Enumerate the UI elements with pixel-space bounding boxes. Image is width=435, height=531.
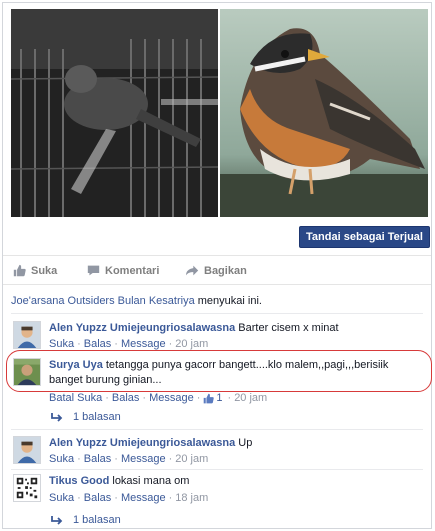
comment-timestamp[interactable]: 20 jam [175,338,208,350]
comment-body: Tikus Good lokasi mana om [49,474,421,489]
share-icon [186,265,199,276]
comment-body: Alen Yupzz Umiejeungriosalawasna Up [49,436,421,451]
comment-like-link[interactable]: Suka [49,492,74,504]
comment-reply-link[interactable]: Balas [112,392,140,404]
comment-author[interactable]: Alen Yupzz Umiejeungriosalawasna [49,322,235,334]
thumbs-up-icon [204,393,215,403]
likes-suffix: menyukai ini. [194,295,262,307]
divider [11,469,423,470]
view-replies-link[interactable]: 1 balasan [51,411,121,423]
comment-timestamp[interactable]: 18 jam [175,492,208,504]
comment-like-link[interactable]: Suka [49,338,74,350]
reply-arrow-icon [51,516,63,525]
divider [11,313,423,314]
share-button[interactable]: Bagikan [186,264,247,277]
divider [11,429,423,430]
comment-text: Barter cisem x minat [235,322,339,334]
post-action-bar: Suka Komentari Bagikan [3,255,431,285]
comment-body: Surya Uya tetangga punya gacorr bangett.… [49,358,421,388]
comment-button[interactable]: Komentari [87,264,435,277]
thumbs-up-icon [13,264,26,277]
comment-timestamp[interactable]: 20 jam [175,453,208,465]
view-replies-link[interactable]: 1 balasan [51,514,121,526]
comment-message-link[interactable]: Message [121,492,166,504]
comment-reply-link[interactable]: Balas [84,338,112,350]
comment-meta: Suka · Balas · Message · 20 jam [49,338,209,350]
likes-summary: Joe'arsana Outsiders Bulan Kesatriya men… [11,295,262,307]
qr-code-icon [14,475,40,501]
like-button-label: Suka [31,264,58,277]
avatar[interactable] [13,474,41,502]
photo-bird-perched[interactable] [220,9,428,217]
avatar[interactable] [13,321,41,349]
share-button-label: Bagikan [204,264,247,277]
comment-author[interactable]: Tikus Good [49,475,109,487]
comment-reply-link[interactable]: Balas [84,492,112,504]
comment-body: Alen Yupzz Umiejeungriosalawasna Barter … [49,321,421,336]
comment-reply-link[interactable]: Balas [84,453,112,465]
comment-message-link[interactable]: Message [121,453,166,465]
comment-meta: Batal Suka · Balas · Message · 1 · 20 jam [49,392,268,404]
comment-like-link[interactable]: Suka [49,453,74,465]
comment-text: Up [235,437,253,449]
reply-arrow-icon [51,413,63,422]
like-button[interactable]: Suka [13,264,57,277]
comment-author[interactable]: Surya Uya [49,359,103,371]
comment-meta: Suka · Balas · Message · 20 jam [49,453,209,465]
comment-button-label: Komentari [105,264,160,277]
comment-icon [87,265,100,276]
mark-as-sold-button[interactable]: Tandai sebagai Terjual [299,226,430,248]
comment-unlike-link[interactable]: Batal Suka [49,392,102,404]
post-card: Tandai sebagai Terjual Suka Komentari Ba… [2,2,432,529]
comment-text: lokasi mana om [109,475,190,487]
liker-name-link[interactable]: Joe'arsana Outsiders Bulan Kesatriya [11,295,195,307]
replies-count: 1 balasan [73,411,121,423]
comment-author[interactable]: Alen Yupzz Umiejeungriosalawasna [49,437,235,449]
comment-meta: Suka · Balas · Message · 18 jam [49,492,209,504]
avatar[interactable] [13,358,41,386]
photo-bird-in-cage[interactable] [11,9,218,217]
photo-grid [11,9,428,217]
comment-timestamp[interactable]: 20 jam [234,392,267,404]
replies-count: 1 balasan [73,514,121,526]
comment-message-link[interactable]: Message [121,338,166,350]
comment-message-link[interactable]: Message [149,392,194,404]
avatar[interactable] [13,436,41,464]
comment-like-count[interactable]: 1 [216,392,222,404]
